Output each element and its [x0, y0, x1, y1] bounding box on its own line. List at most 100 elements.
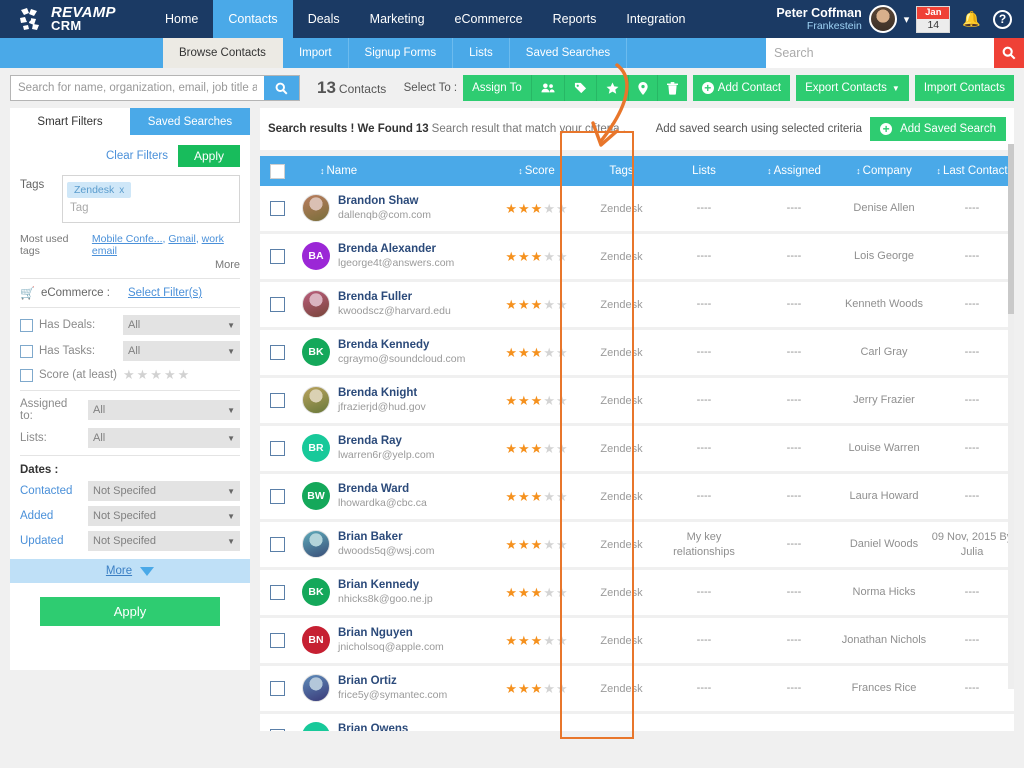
score-checkbox[interactable] — [20, 369, 33, 382]
add-contact-button[interactable]: + Add Contact — [693, 75, 790, 101]
star-1[interactable]: ★ — [505, 201, 517, 217]
select-all-checkbox[interactable] — [270, 164, 285, 179]
score-stars[interactable]: ★★★★★ — [505, 441, 567, 457]
subtab-lists[interactable]: Lists — [453, 38, 510, 68]
column-header-company[interactable]: ↕ Company — [839, 165, 929, 177]
contact-score-cell[interactable]: ★★★★★ — [489, 249, 584, 265]
star-5[interactable]: ★ — [556, 345, 568, 361]
add-saved-search-button[interactable]: + Add Saved Search — [870, 117, 1006, 141]
most-used-more-link[interactable]: More — [20, 259, 240, 271]
row-checkbox[interactable] — [270, 249, 285, 264]
score-stars[interactable]: ★★★★★ — [505, 537, 567, 553]
score-stars[interactable]: ★★★★★ — [505, 681, 567, 697]
contact-name[interactable]: Brian Kennedy — [338, 578, 433, 593]
star-2[interactable]: ★ — [518, 441, 530, 457]
tag-button[interactable] — [565, 75, 597, 101]
filter-star-1[interactable]: ★ — [123, 367, 135, 383]
star-4[interactable]: ★ — [543, 441, 555, 457]
score-stars[interactable]: ★★★★★ — [505, 393, 567, 409]
table-row[interactable]: BNBrian Nguyenjnicholsoq@apple.com★★★★★Z… — [260, 618, 1014, 666]
star-4[interactable]: ★ — [543, 681, 555, 697]
menu-item-home[interactable]: Home — [150, 0, 213, 38]
filter-star-2[interactable]: ★ — [137, 367, 149, 383]
star-3[interactable]: ★ — [531, 729, 543, 732]
close-icon[interactable]: x — [119, 185, 124, 196]
subtab-signup-forms[interactable]: Signup Forms — [349, 38, 454, 68]
row-checkbox[interactable] — [270, 489, 285, 504]
clear-filters-link[interactable]: Clear Filters — [106, 150, 168, 162]
subtab-browse-contacts[interactable]: Browse Contacts — [163, 38, 283, 68]
contact-name[interactable]: Brenda Alexander — [338, 242, 454, 257]
added-select[interactable]: Not Specifed ▼ — [88, 506, 240, 526]
star-3[interactable]: ★ — [531, 489, 543, 505]
contact-score-cell[interactable]: ★★★★★ — [489, 201, 584, 217]
star-4[interactable]: ★ — [543, 345, 555, 361]
star-2[interactable]: ★ — [518, 681, 530, 697]
contact-name[interactable]: Brenda Knight — [338, 386, 426, 401]
star-2[interactable]: ★ — [518, 297, 530, 313]
star-5[interactable]: ★ — [556, 249, 568, 265]
score-stars[interactable]: ★★★★★ — [505, 489, 567, 505]
contact-score-cell[interactable]: ★★★★★ — [489, 681, 584, 697]
star-2[interactable]: ★ — [518, 585, 530, 601]
score-stars[interactable]: ★★★★★ — [505, 729, 567, 732]
bell-icon[interactable]: 🔔 — [957, 10, 986, 28]
table-scrollbar[interactable] — [1008, 144, 1014, 689]
delete-button[interactable] — [658, 75, 687, 101]
star-4[interactable]: ★ — [543, 393, 555, 409]
more-filters-bar[interactable]: More — [10, 559, 250, 583]
star-1[interactable]: ★ — [505, 297, 517, 313]
apply-filters-button-top[interactable]: Apply — [178, 145, 240, 167]
star-4[interactable]: ★ — [543, 537, 555, 553]
add-to-group-button[interactable] — [532, 75, 565, 101]
contact-name-cell[interactable]: Brian Ortizfrice5y@symantec.com — [294, 674, 489, 703]
help-icon[interactable]: ? — [993, 10, 1012, 29]
star-2[interactable]: ★ — [518, 729, 530, 732]
row-checkbox[interactable] — [270, 537, 285, 552]
star-2[interactable]: ★ — [518, 201, 530, 217]
subtab-import[interactable]: Import — [283, 38, 349, 68]
star-4[interactable]: ★ — [543, 297, 555, 313]
star-1[interactable]: ★ — [505, 681, 517, 697]
star-2[interactable]: ★ — [518, 393, 530, 409]
user-avatar[interactable] — [869, 5, 897, 33]
score-stars[interactable]: ★★★★★ — [505, 249, 567, 265]
star-2[interactable]: ★ — [518, 489, 530, 505]
column-header-last-contact[interactable]: ↕ Last Contact — [929, 165, 1015, 177]
contact-name[interactable]: Brenda Kennedy — [338, 338, 465, 353]
contact-name-cell[interactable]: BKBrian Kennedynhicks8k@goo.ne.jp — [294, 578, 489, 607]
star-5[interactable]: ★ — [556, 393, 568, 409]
table-row[interactable]: Brian Ortizfrice5y@symantec.com★★★★★Zend… — [260, 666, 1014, 714]
contacts-search-input[interactable] — [10, 75, 264, 101]
table-row[interactable]: Brenda Knightjfrazierjd@hud.gov★★★★★Zend… — [260, 378, 1014, 426]
menu-item-integration[interactable]: Integration — [611, 0, 700, 38]
star-1[interactable]: ★ — [505, 249, 517, 265]
menu-item-ecommerce[interactable]: eCommerce — [440, 0, 538, 38]
star-4[interactable]: ★ — [543, 585, 555, 601]
has-tasks-select[interactable]: All ▼ — [123, 341, 240, 361]
most-used-tag-link[interactable]: Gmail — [168, 233, 195, 245]
contact-name-cell[interactable]: Brandon Shawdallenqb@com.com — [294, 194, 489, 223]
star-5[interactable]: ★ — [556, 681, 568, 697]
star-3[interactable]: ★ — [531, 345, 543, 361]
location-pin-button[interactable] — [629, 75, 658, 101]
star-1[interactable]: ★ — [505, 489, 517, 505]
star-2[interactable]: ★ — [518, 633, 530, 649]
menu-item-reports[interactable]: Reports — [538, 0, 612, 38]
contact-score-cell[interactable]: ★★★★★ — [489, 489, 584, 505]
contact-name-cell[interactable]: BABrenda Alexanderlgeorge4t@answers.com — [294, 242, 489, 271]
table-row[interactable]: Brenda Fullerkwoodscz@harvard.edu★★★★★Ze… — [260, 282, 1014, 330]
star-3[interactable]: ★ — [531, 537, 543, 553]
contact-name[interactable]: Brian Nguyen — [338, 626, 444, 641]
contact-score-cell[interactable]: ★★★★★ — [489, 345, 584, 361]
chevron-down-icon[interactable]: ▾ — [904, 13, 910, 26]
contact-score-cell[interactable]: ★★★★★ — [489, 441, 584, 457]
table-row[interactable]: BKBrenda Kennedycgraymo@soundcloud.com★★… — [260, 330, 1014, 378]
has-deals-select[interactable]: All ▼ — [123, 315, 240, 335]
star-5[interactable]: ★ — [556, 585, 568, 601]
contact-name-cell[interactable]: BKBrenda Kennedycgraymo@soundcloud.com — [294, 338, 489, 367]
star-5[interactable]: ★ — [556, 633, 568, 649]
global-search-input[interactable] — [766, 38, 994, 68]
star-2[interactable]: ★ — [518, 345, 530, 361]
star-3[interactable]: ★ — [531, 201, 543, 217]
